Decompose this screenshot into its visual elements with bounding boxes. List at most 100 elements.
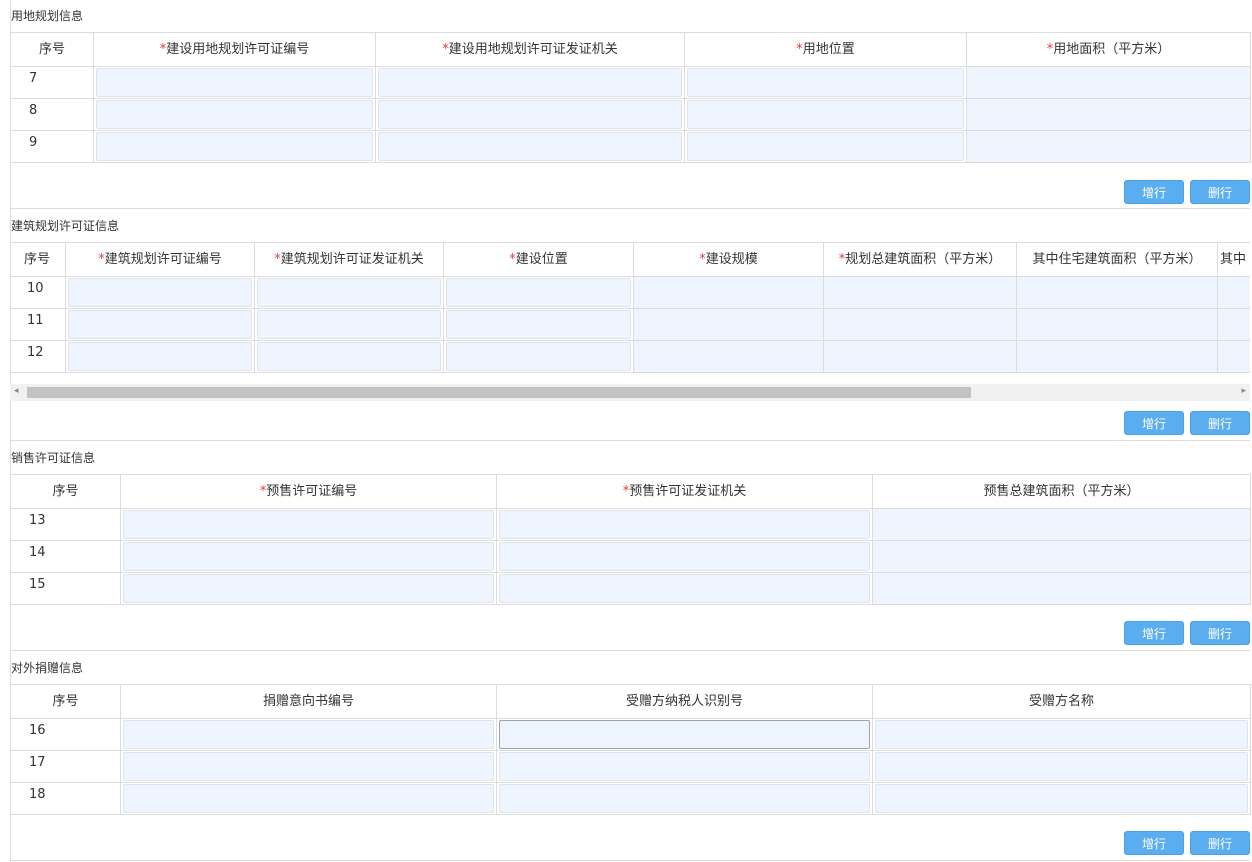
donation-add-row-button[interactable]: 增行 [1124, 831, 1184, 855]
building-delete-row-button[interactable]: 删行 [1190, 411, 1250, 435]
recipient-name-input[interactable] [875, 784, 1248, 813]
scrollbar-thumb[interactable] [27, 387, 971, 398]
residential-area-cell[interactable] [1016, 308, 1218, 341]
sales-table: 序号 *预售许可证编号 *预售许可证发证机关 预售总建筑面积（平方米） 13 1… [10, 474, 1251, 605]
presale-permit-authority-input[interactable] [499, 542, 870, 571]
row-seq: 18 [10, 782, 121, 815]
horizontal-scrollbar[interactable]: ◂ ▸ [10, 384, 1250, 401]
column-header-land-area: *用地面积（平方米） [966, 32, 1251, 67]
section-divider [10, 650, 1250, 651]
column-header-land-permit-no: *建设用地规划许可证编号 [93, 32, 376, 67]
recipient-tax-id-input[interactable] [499, 752, 870, 781]
build-scale-cell[interactable] [633, 340, 824, 373]
donation-letter-no-input[interactable] [123, 784, 494, 813]
building-permit-no-input[interactable] [68, 342, 252, 371]
land-table: 序号 *建设用地规划许可证编号 *建设用地规划许可证发证机关 *用地位置 *用地… [10, 32, 1251, 163]
column-header-build-scale: *建设规模 [633, 242, 824, 277]
land-location-input[interactable] [687, 68, 964, 97]
row-seq: 15 [10, 572, 121, 605]
other-cell[interactable] [1217, 340, 1250, 373]
table-row: 10 [10, 276, 1250, 309]
scroll-right-arrow-icon[interactable]: ▸ [1241, 386, 1246, 396]
building-permit-no-input[interactable] [68, 278, 252, 307]
land-add-row-button[interactable]: 增行 [1124, 180, 1184, 204]
land-area-cell[interactable] [966, 130, 1251, 163]
column-header-presale-permit-authority: *预售许可证发证机关 [496, 474, 873, 509]
sales-delete-row-button[interactable]: 删行 [1190, 621, 1250, 645]
donation-delete-row-button[interactable]: 删行 [1190, 831, 1250, 855]
land-permit-authority-input[interactable] [378, 68, 682, 97]
column-header-other: 其中 [1217, 242, 1250, 277]
land-delete-row-button[interactable]: 删行 [1190, 180, 1250, 204]
column-header-donation-letter-no: 捐赠意向书编号 [120, 684, 497, 719]
build-location-input[interactable] [446, 278, 631, 307]
scroll-left-arrow-icon[interactable]: ◂ [14, 386, 19, 396]
land-permit-no-input[interactable] [96, 68, 373, 97]
column-header-presale-permit-no: *预售许可证编号 [120, 474, 497, 509]
building-permit-authority-input[interactable] [257, 278, 441, 307]
donation-letter-no-input[interactable] [123, 720, 494, 749]
land-permit-authority-input[interactable] [378, 100, 682, 129]
column-header-build-location: *建设位置 [443, 242, 634, 277]
total-area-cell[interactable] [823, 276, 1017, 309]
build-location-input[interactable] [446, 310, 631, 339]
table-row: 13 [10, 508, 1251, 541]
presale-permit-no-input[interactable] [123, 510, 494, 539]
row-seq: 11 [10, 308, 66, 341]
presale-permit-no-input[interactable] [123, 574, 494, 603]
building-permit-no-input[interactable] [68, 310, 252, 339]
section-divider [10, 208, 1250, 209]
residential-area-cell[interactable] [1016, 340, 1218, 373]
presale-total-area-cell[interactable] [872, 540, 1251, 573]
building-permit-authority-input[interactable] [257, 342, 441, 371]
land-area-cell[interactable] [966, 98, 1251, 131]
recipient-tax-id-input[interactable] [499, 784, 870, 813]
recipient-name-input[interactable] [875, 752, 1248, 781]
presale-permit-authority-input[interactable] [499, 574, 870, 603]
table-row: 16 [10, 718, 1251, 751]
row-seq: 17 [10, 750, 121, 783]
table-header-row: 序号 捐赠意向书编号 受赠方纳税人识别号 受赠方名称 [10, 684, 1251, 719]
recipient-tax-id-input[interactable] [499, 720, 870, 749]
land-location-input[interactable] [687, 100, 964, 129]
building-table-viewport: 序号 *建筑规划许可证编号 *建筑规划许可证发证机关 *建设位置 *建设规模 *… [10, 242, 1250, 384]
build-location-input[interactable] [446, 342, 631, 371]
building-permit-authority-input[interactable] [257, 310, 441, 339]
recipient-name-input[interactable] [875, 720, 1248, 749]
donation-letter-no-input[interactable] [123, 752, 494, 781]
residential-area-cell[interactable] [1016, 276, 1218, 309]
presale-total-area-cell[interactable] [872, 508, 1251, 541]
table-row: 7 [10, 66, 1251, 99]
land-area-cell[interactable] [966, 66, 1251, 99]
table-row: 8 [10, 98, 1251, 131]
presale-permit-no-input[interactable] [123, 542, 494, 571]
total-area-cell[interactable] [823, 340, 1017, 373]
column-header-total-area: *规划总建筑面积（平方米） [823, 242, 1017, 277]
column-header-recipient-name: 受赠方名称 [872, 684, 1251, 719]
section-title-donation: 对外捐赠信息 [11, 661, 84, 675]
presale-permit-authority-input[interactable] [499, 510, 870, 539]
column-header-presale-total-area: 预售总建筑面积（平方米） [872, 474, 1251, 509]
other-cell[interactable] [1217, 308, 1250, 341]
column-header-seq: 序号 [10, 474, 121, 509]
land-permit-no-input[interactable] [96, 132, 373, 161]
building-add-row-button[interactable]: 增行 [1124, 411, 1184, 435]
build-scale-cell[interactable] [633, 308, 824, 341]
row-seq: 10 [10, 276, 66, 309]
sales-add-row-button[interactable]: 增行 [1124, 621, 1184, 645]
land-permit-no-input[interactable] [96, 100, 373, 129]
table-row: 15 [10, 572, 1251, 605]
presale-total-area-cell[interactable] [872, 572, 1251, 605]
row-seq: 16 [10, 718, 121, 751]
other-cell[interactable] [1217, 276, 1250, 309]
section-title-sales: 销售许可证信息 [11, 451, 96, 465]
build-scale-cell[interactable] [633, 276, 824, 309]
land-permit-authority-input[interactable] [378, 132, 682, 161]
table-row: 17 [10, 750, 1251, 783]
table-header-row: 序号 *建设用地规划许可证编号 *建设用地规划许可证发证机关 *用地位置 *用地… [10, 32, 1251, 67]
building-table: 序号 *建筑规划许可证编号 *建筑规划许可证发证机关 *建设位置 *建设规模 *… [10, 242, 1250, 373]
row-seq: 13 [10, 508, 121, 541]
total-area-cell[interactable] [823, 308, 1017, 341]
land-location-input[interactable] [687, 132, 964, 161]
column-header-land-location: *用地位置 [684, 32, 967, 67]
